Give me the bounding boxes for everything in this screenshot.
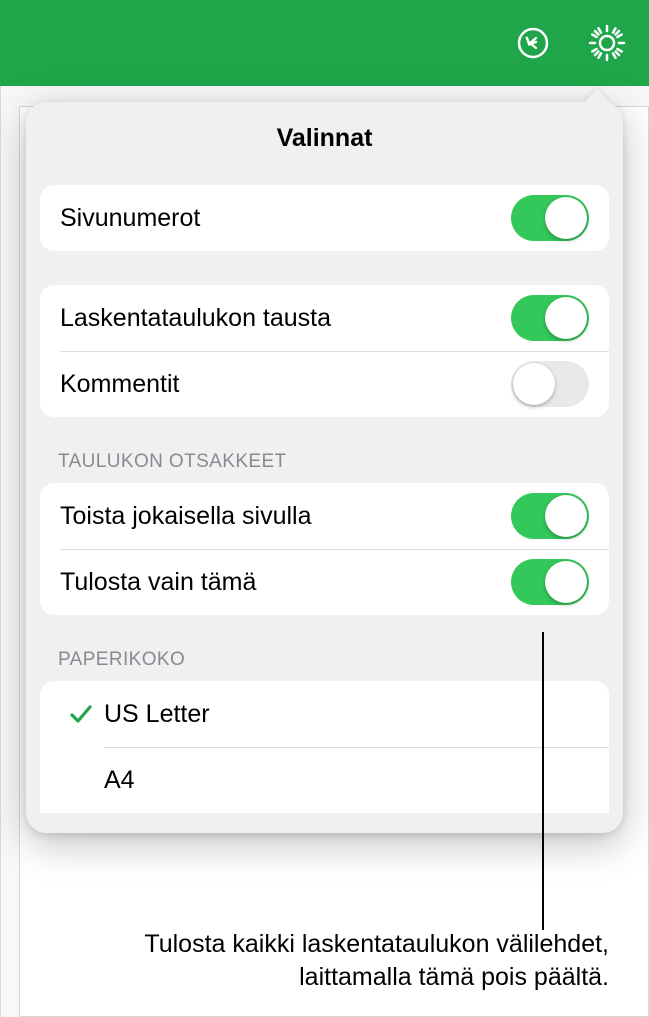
section-header-paper-size: PAPERIKOKO [58,649,623,671]
section-general-2: Laskentataulukon tausta Kommentit [40,285,609,417]
paper-label: US Letter [104,700,210,729]
row-label: Sivunumerot [60,204,200,233]
paper-label: A4 [104,766,135,795]
undo-icon [515,25,551,61]
toggle-page-numbers[interactable] [511,195,589,241]
paper-option-a4[interactable]: A4 [40,747,609,813]
section-general-1: Sivunumerot [40,185,609,251]
row-print-only-this[interactable]: Tulosta vain tämä [40,549,609,615]
paper-option-us-letter[interactable]: US Letter [40,681,609,747]
row-label: Kommentit [60,370,179,399]
toggle-comments[interactable] [511,361,589,407]
toggle-print-only-this[interactable] [511,559,589,605]
section-paper-size: US Letter A4 [40,681,609,813]
row-label: Laskentataulukon tausta [60,304,331,333]
gear-icon [587,23,627,63]
options-popover: Valinnat Sivunumerot Laskentataulukon ta… [26,102,623,833]
settings-button[interactable] [585,21,629,65]
row-label: Toista jokaisella sivulla [60,502,312,531]
popover-title: Valinnat [26,124,623,153]
row-label: Tulosta vain tämä [60,568,256,597]
popover-caret [583,88,611,104]
row-repeat-each-page[interactable]: Toista jokaisella sivulla [40,483,609,549]
undo-button[interactable] [511,21,555,65]
app-header [0,0,649,86]
row-spreadsheet-background[interactable]: Laskentataulukon tausta [40,285,609,351]
row-page-numbers[interactable]: Sivunumerot [40,185,609,251]
checkmark-icon [58,700,104,728]
toggle-spreadsheet-background[interactable] [511,295,589,341]
row-comments[interactable]: Kommentit [40,351,609,417]
toggle-repeat-each-page[interactable] [511,493,589,539]
section-table-headers: Toista jokaisella sivulla Tulosta vain t… [40,483,609,615]
section-header-table-headers: TAULUKON OTSAKKEET [58,451,623,473]
annotation-text: Tulosta kaikki laskentataulukon välilehd… [40,928,609,996]
